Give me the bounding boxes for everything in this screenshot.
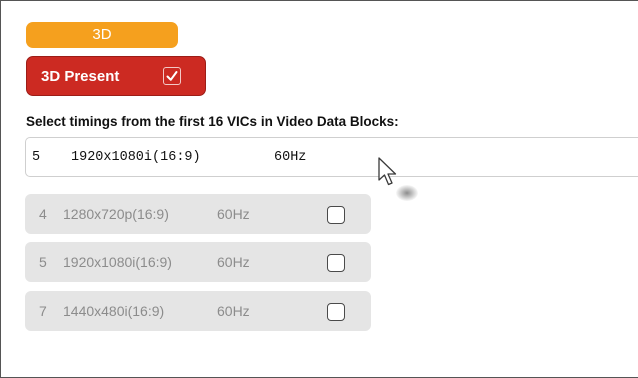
selected-vic-number: 5 — [32, 150, 41, 165]
vic-refresh-rate: 60Hz — [217, 303, 250, 319]
timings-heading: Select timings from the first 16 VICs in… — [26, 114, 399, 129]
selected-resolution: 1920x1080i(16:9) — [71, 150, 201, 165]
vic-refresh-rate: 60Hz — [217, 254, 250, 270]
vic-resolution: 1280x720p(16:9) — [63, 206, 169, 222]
vic-resolution: 1440x480i(16:9) — [63, 303, 165, 319]
timing-select[interactable]: 5 1920x1080i(16:9) 60Hz — [25, 137, 638, 177]
cursor-shadow — [396, 185, 418, 201]
timing-checkbox[interactable] — [327, 206, 345, 224]
timing-row[interactable]: 5 1920x1080i(16:9) 60Hz — [25, 242, 371, 282]
timing-checkbox[interactable] — [327, 303, 345, 321]
vic-resolution: 1920x1080i(16:9) — [63, 254, 172, 270]
mouse-pointer-icon — [378, 157, 397, 186]
3d-present-label: 3D Present — [41, 68, 120, 85]
timing-row[interactable]: 4 1280x720p(16:9) 60Hz — [25, 194, 371, 234]
vic-number: 7 — [39, 303, 47, 319]
3d-present-checkbox[interactable] — [163, 67, 181, 85]
checkmark-icon — [166, 71, 178, 81]
timing-row[interactable]: 7 1440x480i(16:9) 60Hz — [25, 291, 371, 331]
selected-refresh-rate: 60Hz — [274, 150, 307, 165]
vic-number: 4 — [39, 206, 47, 222]
tab-3d[interactable]: 3D — [26, 22, 178, 48]
timing-checkbox[interactable] — [327, 254, 345, 272]
vic-refresh-rate: 60Hz — [217, 206, 250, 222]
vic-number: 5 — [39, 254, 47, 270]
3d-present-button[interactable]: 3D Present — [26, 56, 206, 96]
